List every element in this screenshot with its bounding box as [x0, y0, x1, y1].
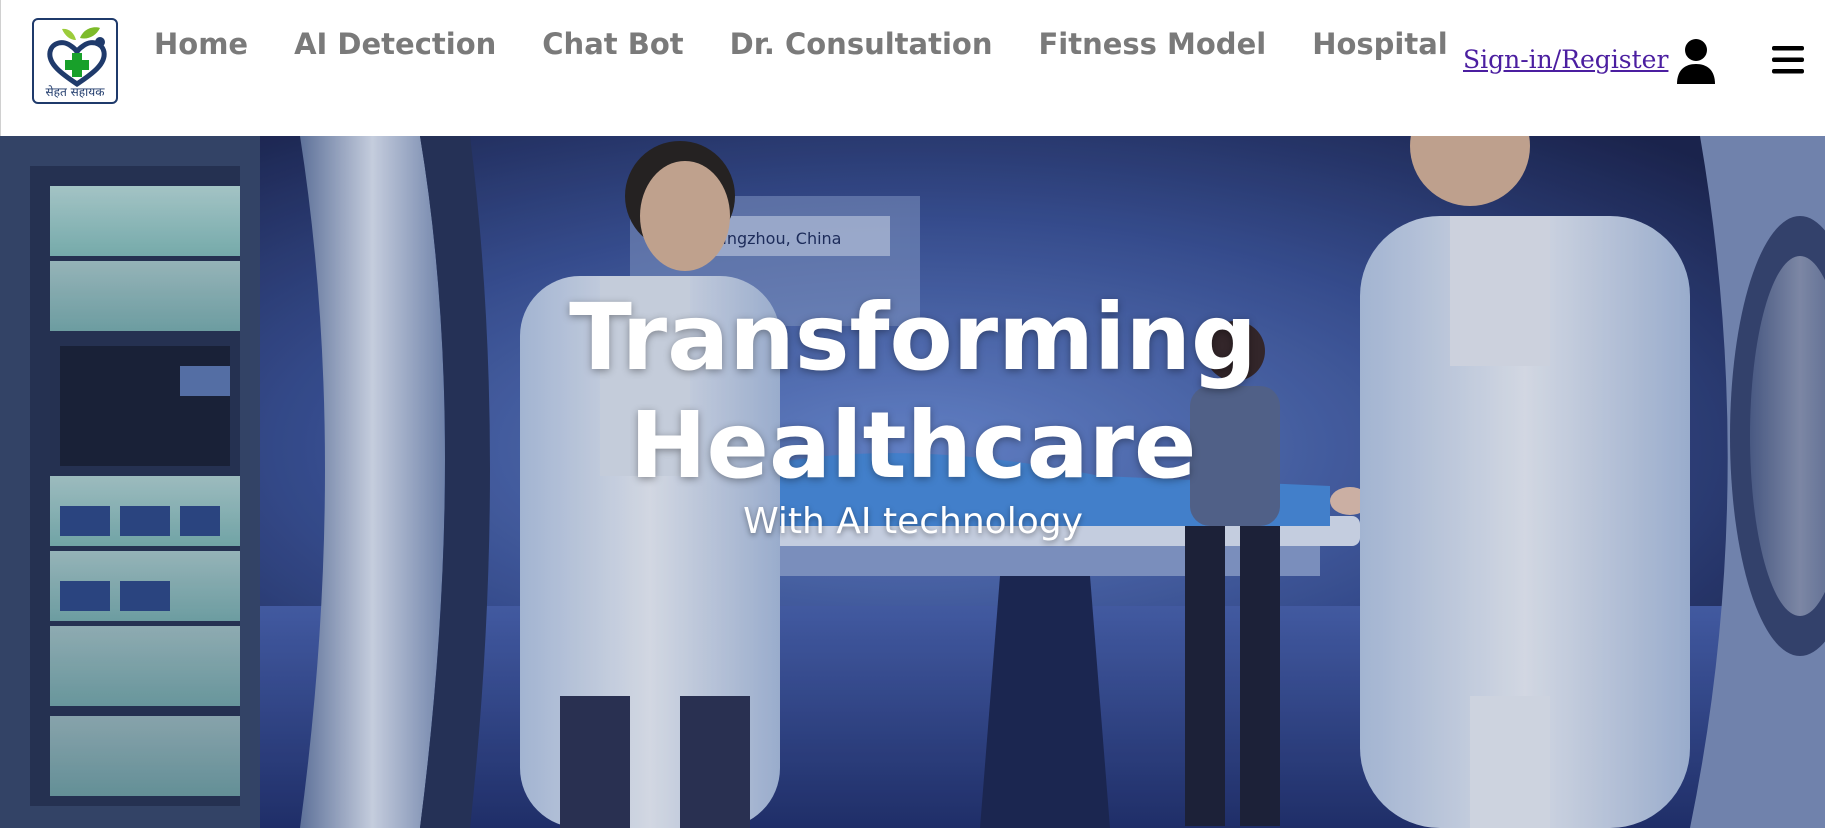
nav-hospital[interactable]: Hospital	[1312, 22, 1448, 66]
main-nav: Home AI Detection Chat Bot Dr. Consultat…	[154, 22, 1494, 66]
hero-section: Hangzhou, China Transforming Healthcare …	[0, 136, 1825, 828]
nav-home[interactable]: Home	[154, 22, 248, 66]
brand-logo[interactable]: सेहत सहायक	[32, 18, 118, 104]
user-icon[interactable]	[1675, 38, 1717, 84]
nav-chat-bot[interactable]: Chat Bot	[542, 22, 683, 66]
logo-caption: सेहत सहायक	[45, 85, 105, 99]
signin-register-link[interactable]: Sign-in/Register	[1463, 42, 1668, 78]
hero-title-line-2: Healthcare	[629, 392, 1197, 499]
hero-title-line-1: Transforming	[569, 284, 1257, 391]
top-navbar: सेहत सहायक Home AI Detection Chat Bot Dr…	[0, 0, 1825, 136]
hero-title: Transforming Healthcare	[560, 284, 1266, 500]
nav-fitness-model[interactable]: Fitness Model	[1038, 22, 1266, 66]
nav-dr-consultation[interactable]: Dr. Consultation	[730, 22, 993, 66]
hamburger-menu-icon[interactable]	[1770, 42, 1806, 78]
nav-ai-detection[interactable]: AI Detection	[294, 22, 496, 66]
hero-subtitle: With AI technology	[743, 501, 1083, 542]
